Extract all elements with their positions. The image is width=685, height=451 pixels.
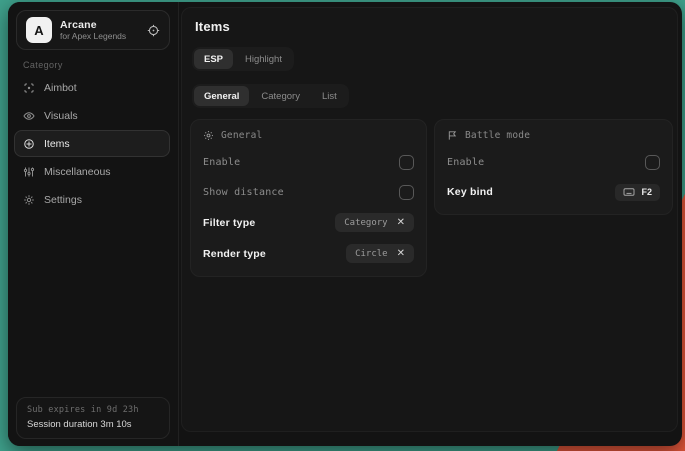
tab-list[interactable]: List	[312, 86, 347, 106]
app-header-text: Arcane for Apex Legends	[60, 19, 126, 42]
crosshair-icon	[23, 82, 35, 94]
keyboard-icon	[623, 186, 635, 198]
setting-row-render-type: Render type Circle ✕	[203, 244, 414, 263]
setting-label: Enable	[447, 157, 484, 168]
sidebar-item-label: Visuals	[44, 110, 78, 122]
tab-highlight[interactable]: Highlight	[235, 49, 292, 69]
tab-general[interactable]: General	[194, 86, 249, 106]
battle-card-title: Battle mode	[465, 130, 530, 141]
subscription-info-card: Sub expires in 9d 23h Session duration 3…	[16, 397, 170, 439]
filter-type-value: Category	[344, 218, 387, 228]
sun-icon	[203, 130, 214, 141]
page-title: Items	[195, 19, 677, 34]
app-title: Arcane	[60, 19, 126, 31]
sidebar-item-items[interactable]: Items	[14, 130, 170, 157]
sidebar: A Arcane for Apex Legends Category	[8, 2, 179, 446]
sidebar-item-aimbot[interactable]: Aimbot	[14, 74, 170, 101]
setting-label: Show distance	[203, 187, 284, 198]
battle-enable-checkbox[interactable]	[645, 155, 660, 170]
setting-row-enable: Enable	[203, 153, 414, 171]
sidebar-item-visuals[interactable]: Visuals	[14, 102, 170, 129]
setting-label: Enable	[203, 157, 240, 168]
render-type-value: Circle	[355, 249, 388, 259]
setting-label: Key bind	[447, 186, 493, 198]
battle-mode-card: Battle mode Enable Key bind	[434, 119, 673, 215]
sidebar-item-miscellaneous[interactable]: Miscellaneous	[14, 158, 170, 185]
sidebar-section-label: Category	[23, 60, 63, 70]
key-bind-value: F2	[641, 187, 652, 197]
setting-label: Render type	[203, 248, 266, 260]
gear-icon	[23, 194, 35, 206]
app-header-card: A Arcane for Apex Legends	[16, 10, 170, 50]
show-distance-checkbox[interactable]	[399, 185, 414, 200]
sidebar-item-label: Miscellaneous	[44, 166, 111, 178]
eye-icon	[23, 110, 35, 122]
clear-icon[interactable]: ✕	[397, 249, 405, 259]
app-window: A Arcane for Apex Legends Category	[8, 2, 682, 446]
battle-card-header: Battle mode	[447, 130, 660, 141]
view-tabs: General Category List	[192, 84, 349, 108]
sliders-icon	[23, 166, 35, 178]
main-panel: Items ESP Highlight General Category Lis…	[181, 7, 678, 432]
tab-esp[interactable]: ESP	[194, 49, 233, 69]
app-subtitle: for Apex Legends	[60, 32, 126, 42]
render-type-select[interactable]: Circle ✕	[346, 244, 414, 263]
sidebar-item-label: Items	[44, 138, 70, 150]
sidebar-item-label: Aimbot	[44, 82, 77, 94]
filter-type-select[interactable]: Category ✕	[335, 213, 414, 232]
tab-category[interactable]: Category	[251, 86, 310, 106]
target-icon[interactable]	[147, 24, 160, 37]
mode-tabs: ESP Highlight	[192, 47, 294, 71]
sidebar-item-settings[interactable]: Settings	[14, 186, 170, 213]
session-duration-text: Session duration 3m 10s	[27, 419, 159, 430]
key-bind-button[interactable]: F2	[615, 184, 660, 201]
setting-label: Filter type	[203, 217, 255, 229]
setting-row-enable: Enable	[447, 153, 660, 171]
app-logo: A	[26, 17, 52, 43]
setting-row-filter-type: Filter type Category ✕	[203, 213, 414, 232]
general-card: General Enable Show distance Filter type…	[190, 119, 427, 277]
setting-row-key-bind: Key bind F2	[447, 183, 660, 201]
sub-expiry-text: Sub expires in 9d 23h	[27, 405, 159, 415]
enable-checkbox[interactable]	[399, 155, 414, 170]
setting-row-show-distance: Show distance	[203, 183, 414, 201]
sidebar-item-label: Settings	[44, 194, 82, 206]
sidebar-nav: Aimbot Visuals Items	[14, 74, 170, 213]
clear-icon[interactable]: ✕	[397, 218, 405, 228]
item-target-icon	[23, 138, 35, 150]
flag-icon	[447, 130, 458, 141]
general-card-title: General	[221, 130, 262, 141]
general-card-header: General	[203, 130, 414, 141]
